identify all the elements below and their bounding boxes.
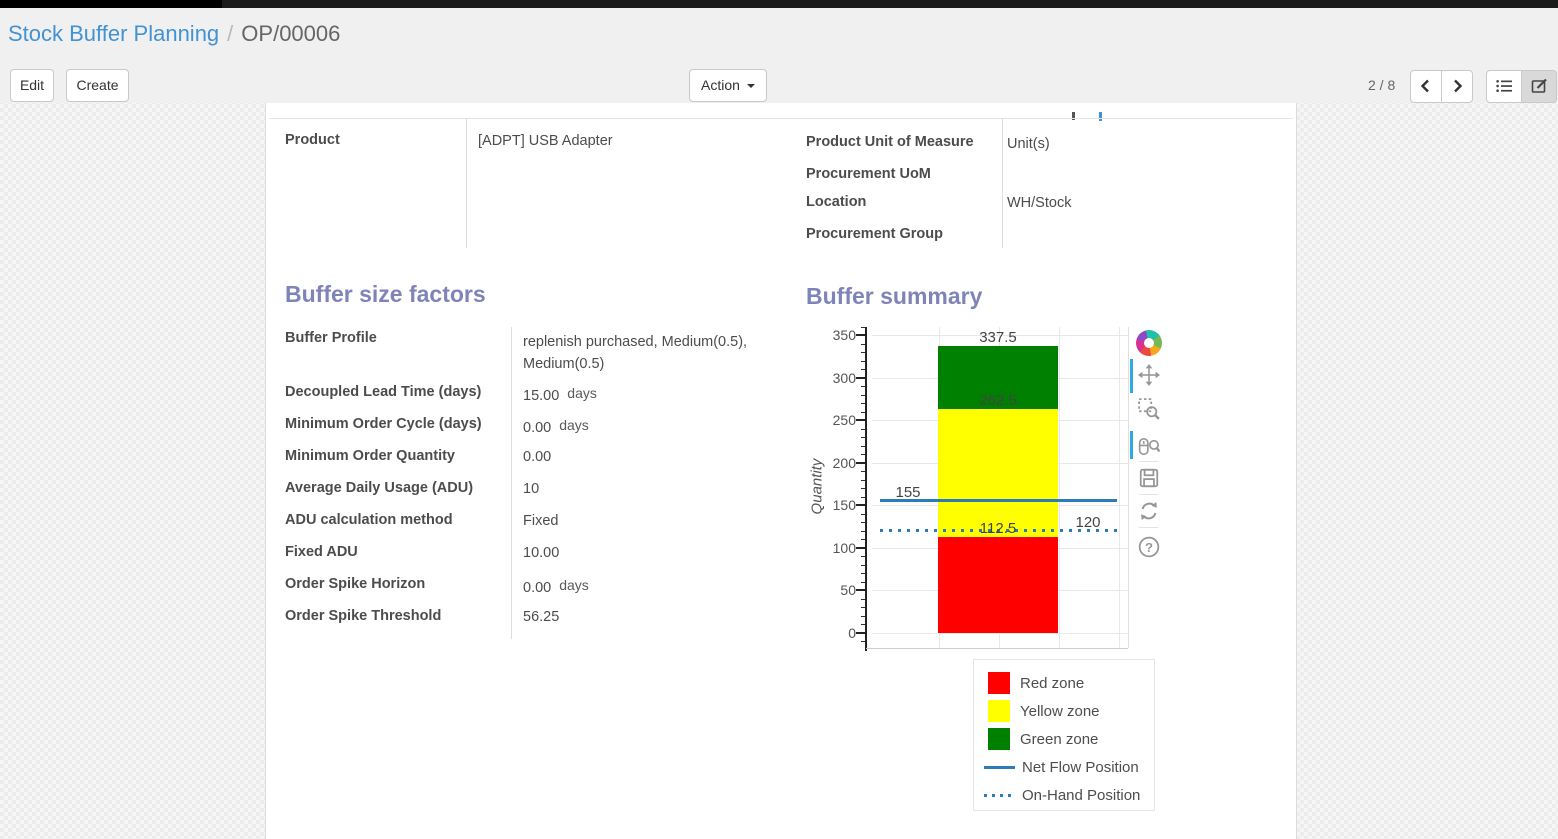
- annotation-green-top: 337.5: [958, 329, 1038, 346]
- top-dark-bar-segment: [0, 0, 222, 8]
- adu-value: 10: [523, 481, 539, 497]
- legend-swatch: [984, 794, 1015, 797]
- chart-legend: Red zone Yellow zone Green zone Net Flow Po…: [973, 659, 1155, 811]
- adu-label: Average Daily Usage (ADU): [285, 480, 473, 496]
- x-axis-line: [866, 648, 1128, 649]
- group-separator: [511, 327, 512, 639]
- toolbar-separator: [1139, 527, 1158, 528]
- breadcrumb: Stock Buffer Planning / OP/00006: [8, 21, 340, 47]
- legend-swatch: [984, 766, 1015, 769]
- view-switcher-list-button[interactable]: [1486, 70, 1522, 103]
- procurement-uom-label: Procurement UoM: [806, 166, 931, 182]
- top-dark-bar: [0, 0, 1558, 8]
- breadcrumb-parent-link[interactable]: Stock Buffer Planning: [8, 21, 219, 46]
- legend-item: Green zone: [974, 725, 1154, 753]
- product-value-link[interactable]: [ADPT] USB Adapter: [478, 133, 613, 149]
- group-separator: [466, 118, 467, 248]
- box-zoom-tool-icon[interactable]: [1138, 398, 1160, 420]
- view-switcher-form-button[interactable]: [1521, 70, 1557, 103]
- active-tool-indicator: [1130, 431, 1133, 459]
- action-dropdown-button[interactable]: Action: [689, 69, 767, 102]
- legend-item: Yellow zone: [974, 697, 1154, 725]
- unit-label: days: [559, 417, 589, 433]
- annotation-net-flow: 155: [880, 484, 936, 501]
- procurement-group-label: Procurement Group: [806, 226, 943, 242]
- bokeh-logo-icon[interactable]: [1136, 330, 1162, 356]
- annotation-on-hand: 120: [1060, 514, 1116, 531]
- fixed-adu-label: Fixed ADU: [285, 544, 358, 560]
- active-tool-indicator: [1130, 359, 1133, 393]
- annotation-red-top: 112.5: [958, 520, 1038, 537]
- y-axis-line: [865, 327, 867, 651]
- order-spike-threshold-label: Order Spike Threshold: [285, 608, 441, 624]
- legend-label: On-Hand Position: [1022, 787, 1140, 804]
- breadcrumb-current: OP/00006: [241, 21, 340, 46]
- legend-swatch: [988, 700, 1010, 722]
- min-order-qty-label: Minimum Order Quantity: [285, 448, 455, 464]
- adu-method-value-link[interactable]: Fixed: [523, 513, 558, 529]
- clipped-text-fragment: [1099, 112, 1102, 121]
- group-separator: [1002, 118, 1003, 248]
- pan-tool-icon[interactable]: [1138, 364, 1160, 386]
- legend-swatch: [988, 672, 1010, 694]
- legend-label: Red zone: [1020, 675, 1084, 692]
- pager-prev-button[interactable]: [1410, 70, 1442, 103]
- section-title-buffer-summary: Buffer summary: [806, 283, 982, 310]
- y-axis-title: Quantity: [809, 442, 826, 532]
- legend-item: Red zone: [974, 669, 1154, 697]
- breadcrumb-separator: /: [227, 21, 233, 46]
- pager-count: 2 / 8: [1368, 77, 1395, 93]
- legend-label: Green zone: [1020, 731, 1098, 748]
- min-order-cycle-label: Minimum Order Cycle (days): [285, 416, 482, 432]
- legend-swatch: [988, 728, 1010, 750]
- product-uom-label: Product Unit of Measure: [806, 134, 974, 150]
- order-spike-threshold-value: 56.25: [523, 609, 559, 625]
- reset-tool-icon[interactable]: [1138, 500, 1160, 522]
- help-tool-icon[interactable]: ?: [1138, 536, 1160, 558]
- toolbar-separator: [1139, 494, 1158, 495]
- svg-text:?: ?: [1145, 540, 1153, 555]
- decoupled-lead-time-label: Decoupled Lead Time (days): [285, 384, 481, 400]
- chevron-right-icon: [1450, 78, 1464, 94]
- product-uom-value: Unit(s): [1007, 136, 1050, 152]
- legend-label: Yellow zone: [1020, 703, 1100, 720]
- buffer-profile-label: Buffer Profile: [285, 330, 377, 346]
- annotation-yellow-top: 262.5: [958, 392, 1038, 409]
- unit-label: days: [559, 577, 589, 593]
- product-label: Product: [285, 132, 340, 148]
- section-title-buffer-size-factors: Buffer size factors: [285, 281, 486, 308]
- plot-frame-right: [1128, 327, 1129, 648]
- form-view-icon: [1531, 78, 1548, 94]
- create-button[interactable]: Create: [66, 69, 129, 102]
- pager-next-button[interactable]: [1441, 70, 1473, 103]
- unit-label: days: [567, 385, 597, 401]
- min-order-cycle-value: 0.00days: [523, 417, 589, 436]
- edit-button[interactable]: Edit: [10, 69, 54, 102]
- order-spike-horizon-label: Order Spike Horizon: [285, 576, 425, 592]
- order-spike-horizon-value: 0.00days: [523, 577, 589, 596]
- list-view-icon: [1496, 79, 1513, 93]
- decoupled-lead-time-value: 15.00days: [523, 385, 597, 404]
- min-order-qty-value: 0.00: [523, 449, 551, 465]
- row-divider: [269, 118, 1293, 119]
- buffer-profile-value-link[interactable]: replenish purchased, Medium(0.5), Medium…: [523, 331, 775, 375]
- fixed-adu-value: 10.00: [523, 545, 559, 561]
- legend-item: On-Hand Position: [974, 781, 1154, 809]
- save-tool-icon[interactable]: [1138, 467, 1160, 489]
- legend-item: Net Flow Position: [974, 753, 1154, 781]
- adu-method-label: ADU calculation method: [285, 512, 453, 528]
- wheel-zoom-tool-icon[interactable]: [1138, 435, 1160, 457]
- chevron-left-icon: [1419, 78, 1433, 94]
- chevron-down-icon: [747, 84, 755, 88]
- location-label: Location: [806, 194, 866, 210]
- location-value-link[interactable]: WH/Stock: [1007, 195, 1071, 211]
- toolbar-separator: [1139, 461, 1158, 462]
- legend-label: Net Flow Position: [1022, 759, 1139, 776]
